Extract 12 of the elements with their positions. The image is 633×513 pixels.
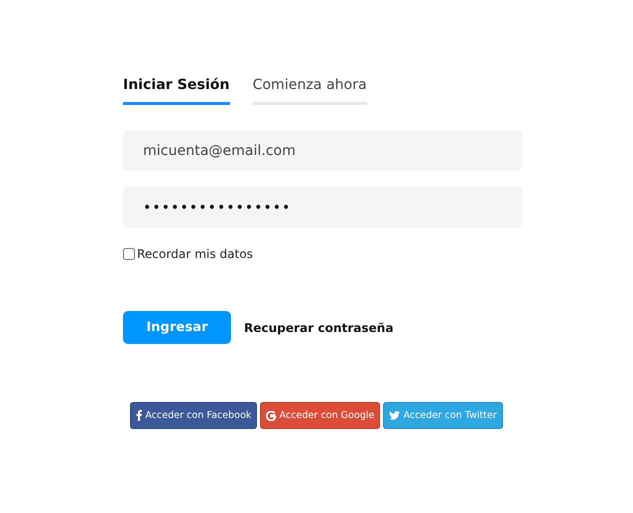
tab[interactable]: Iniciar Sesión	[123, 75, 230, 105]
email-field[interactable]: micuenta@email.com	[123, 130, 522, 171]
remember-label: Recordar mis datos	[137, 247, 253, 261]
password-field[interactable]: ••••••••••••••••	[123, 187, 522, 228]
remember-checkbox[interactable]	[123, 248, 135, 260]
recover-password-link[interactable]: Recuperar contraseña	[244, 320, 394, 334]
google-login-button[interactable]: Acceder con Google	[260, 402, 380, 429]
facebook-login-button[interactable]: Acceder con Facebook	[130, 402, 258, 429]
google-g-icon	[266, 410, 276, 420]
facebook-f-icon	[136, 410, 142, 421]
tab[interactable]: Comienza ahora	[252, 75, 367, 105]
bird-icon	[389, 411, 400, 420]
